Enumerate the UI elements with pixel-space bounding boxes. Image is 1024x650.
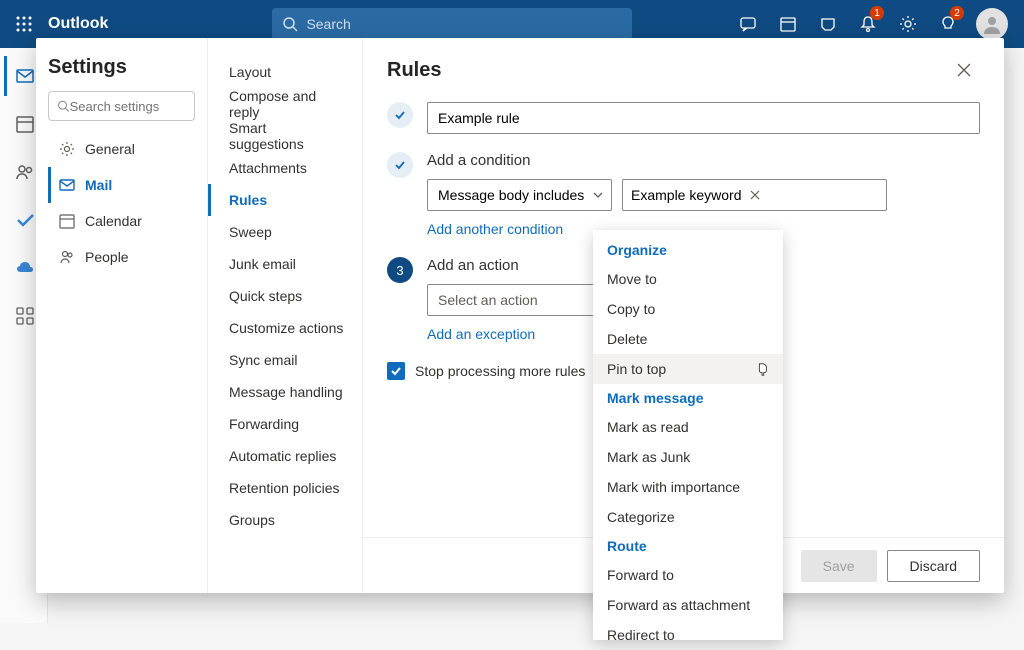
person-icon (982, 14, 1002, 34)
sub-sweep[interactable]: Sweep (208, 216, 362, 248)
menu-mark-junk[interactable]: Mark as Junk (593, 442, 783, 472)
cloud-icon (15, 258, 35, 278)
sub-compose[interactable]: Compose and reply (208, 88, 362, 120)
menu-forward-attachment[interactable]: Forward as attachment (593, 590, 783, 620)
mail-icon (15, 66, 35, 86)
notif-badge: 1 (870, 6, 884, 20)
apps-icon (15, 306, 35, 326)
brand-label: Outlook (48, 15, 108, 33)
discard-button[interactable]: Discard (887, 550, 980, 582)
category-label: People (85, 249, 129, 265)
add-condition-link[interactable]: Add another condition (427, 221, 563, 237)
action-dropdown-menu: Organize Move to Copy to Delete Pin to t… (593, 230, 783, 640)
category-label: Calendar (85, 213, 142, 229)
menu-mark-importance[interactable]: Mark with importance (593, 472, 783, 502)
calendar-icon (59, 213, 75, 229)
rule-name-input[interactable] (427, 102, 980, 134)
close-icon (750, 190, 760, 200)
calendar-icon (15, 114, 35, 134)
category-label: Mail (85, 177, 112, 193)
settings-search[interactable] (48, 91, 195, 121)
menu-pin-label: Pin to top (607, 361, 666, 377)
stop-processing-label: Stop processing more rules (415, 363, 585, 379)
condition-label: Add a condition (427, 152, 980, 169)
step1-circle (387, 102, 413, 128)
step3-circle: 3 (387, 257, 413, 283)
sub-attachments[interactable]: Attachments (208, 152, 362, 184)
cursor-pointer-icon (755, 362, 769, 376)
sub-smart[interactable]: Smart suggestions (208, 120, 362, 152)
menu-header-mark: Mark message (593, 384, 783, 412)
panel-title: Rules (387, 59, 441, 82)
menu-pin-to-top[interactable]: Pin to top (593, 354, 783, 384)
keyword-tag: Example keyword (631, 187, 742, 203)
check-icon (15, 210, 35, 230)
gear-icon (899, 15, 917, 33)
global-search[interactable] (272, 8, 632, 40)
settings-dialog: Settings General Mail Calendar People La… (36, 38, 1004, 593)
close-icon (957, 63, 971, 77)
step2-circle (387, 152, 413, 178)
gear-icon (59, 141, 75, 157)
action-placeholder: Select an action (438, 292, 538, 308)
sub-retention-policies[interactable]: Retention policies (208, 472, 362, 504)
sub-sync-email[interactable]: Sync email (208, 344, 362, 376)
stop-processing-checkbox[interactable] (387, 362, 405, 380)
menu-delete[interactable]: Delete (593, 324, 783, 354)
category-general[interactable]: General (48, 131, 195, 167)
category-mail[interactable]: Mail (48, 167, 195, 203)
add-exception-link[interactable]: Add an exception (427, 326, 535, 342)
search-icon (282, 16, 298, 32)
check-icon (394, 159, 406, 171)
category-people[interactable]: People (48, 239, 195, 275)
action-select[interactable]: Select an action (427, 284, 612, 316)
sub-customize-actions[interactable]: Customize actions (208, 312, 362, 344)
menu-copy-to[interactable]: Copy to (593, 294, 783, 324)
menu-header-organize: Organize (593, 236, 783, 264)
settings-search-input[interactable] (70, 99, 186, 114)
menu-redirect-to[interactable]: Redirect to (593, 620, 783, 650)
settings-title: Settings (48, 56, 195, 79)
calendar-day-icon (779, 15, 797, 33)
global-search-input[interactable] (306, 16, 622, 32)
chevron-down-icon (593, 190, 603, 200)
menu-mark-read[interactable]: Mark as read (593, 412, 783, 442)
category-calendar[interactable]: Calendar (48, 203, 195, 239)
sub-groups[interactable]: Groups (208, 504, 362, 536)
people-icon (15, 162, 35, 182)
condition-value-input[interactable]: Example keyword (622, 179, 887, 211)
check-icon (390, 365, 402, 377)
sub-automatic-replies[interactable]: Automatic replies (208, 440, 362, 472)
mail-icon (59, 177, 75, 193)
menu-header-route: Route (593, 532, 783, 560)
sub-rules[interactable]: Rules (208, 184, 362, 216)
condition-type-select[interactable]: Message body includes (427, 179, 612, 211)
menu-forward-to[interactable]: Forward to (593, 560, 783, 590)
condition-type-value: Message body includes (438, 187, 584, 203)
menu-categorize[interactable]: Categorize (593, 502, 783, 532)
close-button[interactable] (948, 54, 980, 86)
category-label: General (85, 141, 135, 157)
search-icon (57, 99, 70, 113)
menu-move-to[interactable]: Move to (593, 264, 783, 294)
chat-icon (739, 15, 757, 33)
check-icon (394, 109, 406, 121)
people-icon (59, 249, 75, 265)
sub-message-handling[interactable]: Message handling (208, 376, 362, 408)
help-badge: 2 (950, 6, 964, 20)
waffle-icon (16, 16, 32, 32)
account-avatar[interactable] (976, 8, 1008, 40)
tray-icon (819, 15, 837, 33)
sub-forwarding[interactable]: Forwarding (208, 408, 362, 440)
sub-junk[interactable]: Junk email (208, 248, 362, 280)
remove-keyword-button[interactable] (750, 187, 760, 203)
sub-layout[interactable]: Layout (208, 56, 362, 88)
app-launcher[interactable] (8, 8, 40, 40)
save-button[interactable]: Save (801, 550, 877, 582)
sub-quick-steps[interactable]: Quick steps (208, 280, 362, 312)
